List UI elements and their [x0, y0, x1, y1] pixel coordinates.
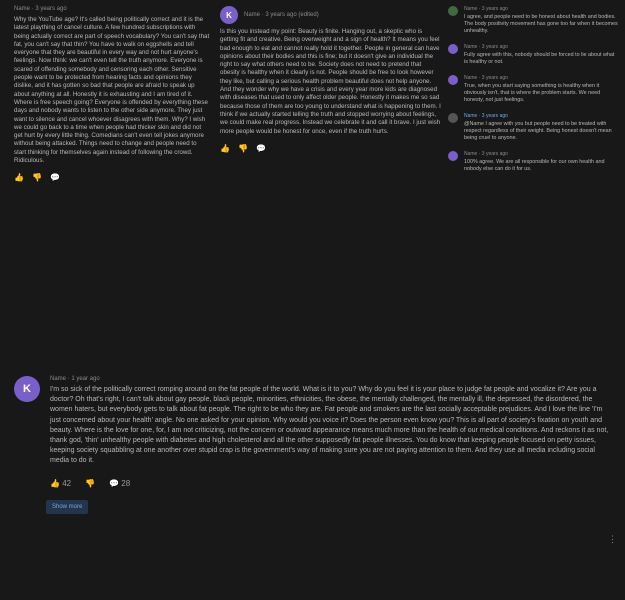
reply-icon[interactable]: 💬: [256, 144, 266, 153]
main-comment: K Name · 1 year ago I'm so sick of the p…: [14, 376, 614, 514]
comment-header: K Name · 3 years ago (edited): [220, 6, 442, 24]
comment-actions: 👍 👎 💬: [220, 144, 442, 153]
list-item: Name · 3 years ago @Name I agree with yo…: [448, 113, 618, 142]
dislike-icon[interactable]: 👎: [238, 144, 248, 153]
avatar[interactable]: [448, 6, 458, 16]
reply-meta: Name · 3 years ago: [464, 75, 508, 81]
reply-meta: Name · 3 years ago: [464, 113, 508, 119]
dislike-icon[interactable]: 👎: [32, 173, 42, 182]
list-item: Name · 3 years ago Fully agree with this…: [448, 44, 618, 66]
comment-text: I'm so sick of the politically correct r…: [50, 386, 609, 465]
like-icon: 👍: [50, 478, 60, 488]
comment-actions: 👍 👎 💬: [14, 173, 210, 182]
comment-meta: Name · 1 year ago: [50, 376, 100, 382]
reply-text: True, when you start saying something is…: [464, 83, 601, 103]
avatar[interactable]: K: [14, 376, 40, 402]
like-count: 42: [62, 478, 72, 488]
dislike-icon[interactable]: 👎: [85, 479, 95, 488]
reply-text: 100% agree. We are all responsible for o…: [464, 159, 605, 172]
reply-meta: Name · 3 years ago: [464, 6, 508, 12]
comment-header: Name · 3 years ago: [14, 6, 210, 12]
comment-text: Why the YouTube age? It's called being p…: [14, 16, 210, 165]
list-item: Name · 3 years ago True, when you start …: [448, 75, 618, 104]
comment-actions: 👍 42 👎 💬 28: [50, 479, 614, 488]
avatar[interactable]: [448, 113, 458, 123]
list-item: Name · 3 years ago 100% agree. We are al…: [448, 151, 618, 173]
list-item: Name · 3 years ago I agree, and people n…: [448, 6, 618, 35]
replies-column: Name · 3 years ago I agree, and people n…: [448, 6, 618, 182]
show-more-button[interactable]: Show more: [46, 499, 89, 514]
reply-text: @Name I agree with you but people need t…: [464, 121, 612, 141]
comment-meta: Name · 3 years ago: [14, 6, 67, 12]
reply-count: 28: [121, 478, 131, 488]
like-icon[interactable]: 👍: [220, 144, 230, 153]
comment-text: Is this you instead my point: Beauty is …: [220, 28, 441, 135]
reply-icon: 💬: [109, 478, 120, 488]
reply-text: I agree, and people need to be honest ab…: [464, 14, 618, 34]
avatar[interactable]: [448, 151, 458, 161]
comment-column-2: K Name · 3 years ago (edited) Is this yo…: [220, 6, 442, 153]
comment-meta: Name · 3 years ago (edited): [244, 12, 319, 18]
avatar[interactable]: [448, 75, 458, 85]
more-options-icon[interactable]: ⋮: [608, 534, 617, 545]
avatar[interactable]: [448, 44, 458, 54]
reply-text: Fully agree with this, nobody should be …: [464, 52, 615, 65]
reply-meta: Name · 3 years ago: [464, 151, 508, 157]
avatar[interactable]: K: [220, 6, 238, 24]
reply-meta: Name · 3 years ago: [464, 44, 508, 50]
reply-button[interactable]: 💬 28: [109, 479, 130, 488]
comment-column-1: Name · 3 years ago Why the YouTube age? …: [14, 6, 210, 182]
reply-icon[interactable]: 💬: [50, 173, 60, 182]
like-button[interactable]: 👍 42: [50, 479, 71, 488]
like-icon[interactable]: 👍: [14, 173, 24, 182]
